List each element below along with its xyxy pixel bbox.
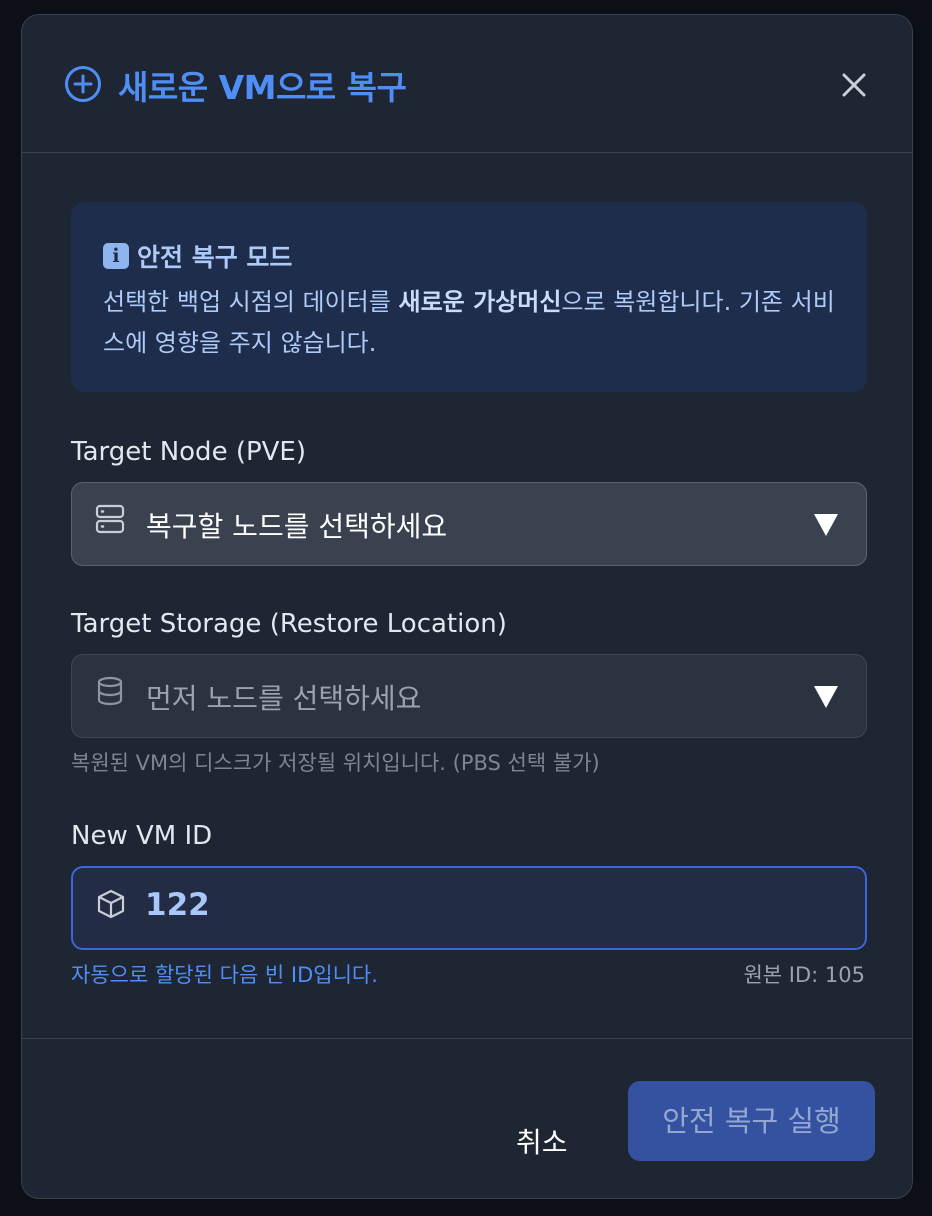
target-storage-select[interactable]: 먼저 노드를 선택하세요 [71, 654, 867, 738]
target-storage-label: Target Storage (Restore Location) [71, 609, 507, 639]
target-node-select[interactable]: 복구할 노드를 선택하세요 [71, 482, 867, 566]
dialog-title: 새로운 VM으로 복구 [118, 68, 407, 107]
new-vm-id-label: New VM ID [71, 821, 213, 851]
info-body: 선택한 백업 시점의 데이터를 새로운 가상머신으로 복원합니다. 기존 서비스… [103, 282, 843, 364]
target-storage-hint: 복원된 VM의 디스크가 저장될 위치입니다. (PBS 선택 불가) [71, 751, 600, 775]
target-node-placeholder: 복구할 노드를 선택하세요 [146, 510, 448, 543]
restore-dialog: 새로운 VM으로 복구 i 안전 복구 모드 선택한 백업 시점의 데이터를 새… [21, 14, 913, 1199]
info-title-row: i 안전 복구 모드 [103, 238, 292, 274]
info-title: 안전 복구 모드 [137, 243, 293, 272]
target-storage-placeholder: 먼저 노드를 선택하세요 [146, 682, 422, 715]
dialog-header: 새로운 VM으로 복구 [22, 15, 912, 153]
info-notice: i 안전 복구 모드 선택한 백업 시점의 데이터를 새로운 가상머신으로 복원… [71, 202, 867, 392]
plus-circle-icon [65, 66, 101, 102]
info-icon: i [103, 243, 129, 269]
original-id-text: 원본 ID: 105 [743, 963, 865, 987]
info-body-emphasis: 새로운 가상머신 [398, 288, 562, 316]
chevron-down-icon [814, 514, 838, 536]
safe-restore-button[interactable]: 안전 복구 실행 [628, 1081, 875, 1161]
new-vm-id-input[interactable]: 122 [71, 866, 867, 950]
info-body-text: 선택한 백업 시점의 데이터를 [103, 288, 399, 316]
cube-icon [97, 889, 125, 919]
new-vm-id-hint: 자동으로 할당된 다음 빈 ID입니다. [71, 963, 378, 987]
server-icon [95, 504, 125, 534]
dialog-footer: 취소 안전 복구 실행 [22, 1038, 912, 1198]
database-icon [97, 676, 123, 706]
close-icon[interactable] [836, 67, 872, 103]
target-node-label: Target Node (PVE) [71, 437, 307, 467]
cancel-button[interactable]: 취소 [516, 1121, 568, 1161]
new-vm-id-value: 122 [145, 887, 210, 923]
chevron-down-icon [814, 686, 838, 708]
